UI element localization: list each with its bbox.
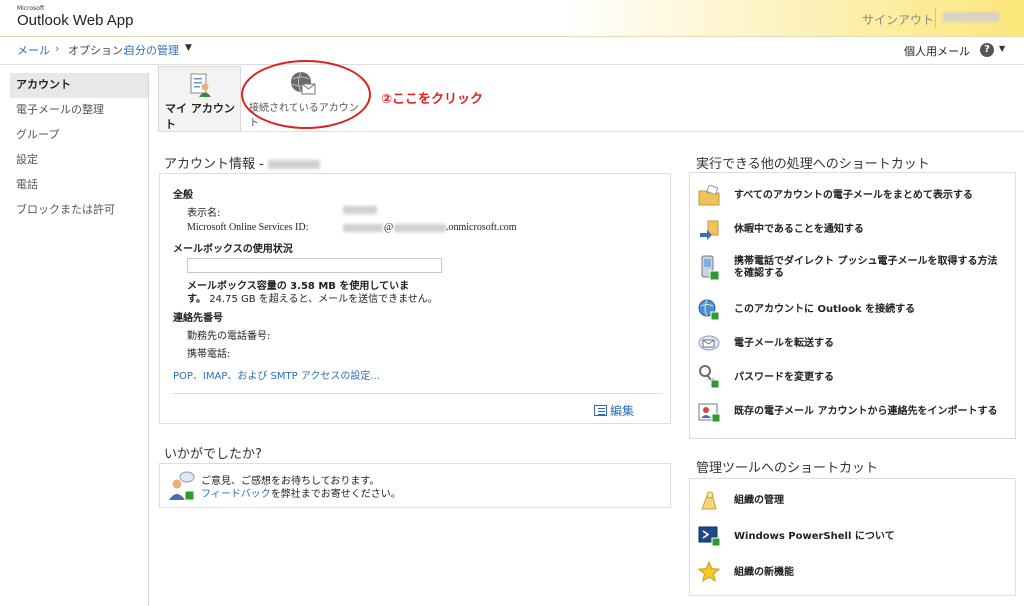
shortcut-item[interactable]: 電子メールを転送する [690, 331, 1015, 357]
globe-mail-icon [698, 299, 720, 321]
msos-id-user-redacted [343, 224, 383, 232]
feedback-title: いかがでしたか? [164, 447, 262, 462]
breadcrumb-options-label: オプション: [68, 44, 127, 57]
app-logo: Microsoft Outlook Web App [17, 6, 133, 30]
mailbox-quota-bar [187, 258, 442, 273]
brand-name: Outlook Web App [17, 12, 134, 29]
admin-shortcuts-title: 管理ツールへのショートカット [696, 461, 879, 476]
breadcrumb: メール › オプション: 自分の管理 ▼ [0, 37, 1024, 65]
tab-my-account[interactable]: マイ アカウント [158, 66, 241, 131]
sidebar-item-settings[interactable]: 設定 [10, 148, 148, 173]
shortcuts-title: 実行できる他の処理へのショートカット [696, 157, 930, 172]
breadcrumb-manage-dropdown[interactable]: 自分の管理 [124, 42, 179, 58]
account-info-panel: 全般 表示名: Microsoft Online Services ID: @ … [159, 173, 671, 424]
contact-heading: 連絡先番号 [173, 313, 223, 324]
work-phone-label: 勤務先の電話番号: [187, 331, 271, 342]
account-name-redacted [267, 160, 320, 169]
breadcrumb-separator: › [55, 42, 60, 55]
sidebar-item-phone[interactable]: 電話 [10, 173, 148, 198]
help-icon[interactable]: ? [980, 43, 994, 57]
shortcut-item[interactable]: パスワードを変更する [690, 365, 1015, 391]
mobile-phone-icon [701, 255, 720, 281]
shortcut-item[interactable]: 携帯電話でダイレクト プッシュ電子メールを取得する方法を確認する [690, 253, 1015, 285]
divider [173, 393, 662, 394]
star-icon [698, 561, 720, 583]
user-name-redacted [943, 12, 999, 22]
user-properties-icon [190, 73, 211, 97]
sidebar-item-account[interactable]: アカウント [10, 73, 148, 98]
mailbox-heading: メールボックスの使用状況 [173, 244, 293, 255]
contact-card-icon [698, 403, 720, 423]
shortcut-item[interactable]: 既存の電子メール アカウントから連絡先をインポートする [690, 399, 1015, 427]
msos-id-label: Microsoft Online Services ID: [187, 222, 309, 233]
annotation-circle [241, 60, 371, 129]
pop-imap-smtp-link[interactable]: POP、IMAP、および SMTP アクセスの設定... [173, 367, 380, 382]
shortcut-item[interactable]: このアカウントに Outlook を接続する [690, 297, 1015, 323]
powershell-icon [698, 526, 720, 547]
edit-icon [594, 405, 607, 416]
edit-button[interactable]: 編集 [594, 402, 634, 419]
personal-mail-label[interactable]: 個人用メール [904, 43, 970, 59]
help-chevron-down-icon[interactable]: ▼ [999, 44, 1005, 53]
forward-mail-icon [698, 335, 720, 351]
sidebar-item-block-allow[interactable]: ブロックまたは許可 [10, 198, 148, 223]
sidebar-item-groups[interactable]: グループ [10, 123, 148, 148]
arrow-note-icon [700, 220, 719, 240]
shortcut-item[interactable]: すべてのアカウントの電子メールをまとめて表示する [690, 183, 1015, 209]
annotation-text: ②ここをクリック [381, 92, 484, 107]
admin-shortcut-item[interactable]: Windows PowerShell について [690, 523, 1015, 551]
mobile-phone-label: 携帯電話: [187, 349, 231, 360]
msos-id-tenant-redacted [394, 224, 446, 232]
shortcuts-panel: すべてのアカウントの電子メールをまとめて表示する 休暇中であることを通知する 携… [689, 172, 1016, 439]
org-manage-icon [701, 491, 717, 510]
header-divider [935, 8, 936, 28]
top-bar: Microsoft Outlook Web App サインアウト [0, 0, 1024, 37]
admin-shortcut-item[interactable]: 組織の管理 [690, 487, 1015, 515]
feedback-panel: ご意見、ご感想をお待ちしております。 フィードバックを弊社までお寄せください。 [159, 463, 671, 508]
chevron-down-icon[interactable]: ▼ [185, 43, 192, 53]
sidebar-item-mail-organize[interactable]: 電子メールの整理 [10, 98, 148, 123]
feedback-person-icon [169, 471, 195, 501]
breadcrumb-mail-link[interactable]: メール [17, 42, 50, 58]
general-heading: 全般 [173, 190, 193, 201]
feedback-text-2: フィードバックを弊社までお寄せください。 [201, 489, 401, 500]
msos-id-domain: .onmicrosoft.com [446, 222, 517, 233]
mailbox-usage-line2: す。 24.75 GB を超えると、メールを送信できません。 [187, 294, 438, 305]
tab-my-account-label: マイ アカウント [165, 102, 235, 131]
feedback-link[interactable]: フィードバック [201, 489, 271, 500]
display-name-label: 表示名: [187, 208, 221, 219]
folder-envelope-icon [698, 185, 720, 206]
msos-id-at: @ [384, 222, 394, 233]
admin-shortcuts-panel: 組織の管理 Windows PowerShell について 組織の新機能 [689, 478, 1016, 596]
sidebar: アカウント 電子メールの整理 グループ 設定 電話 ブロックまたは許可 [10, 73, 149, 606]
admin-shortcut-item[interactable]: 組織の新機能 [690, 559, 1015, 587]
keys-icon [699, 365, 720, 389]
display-name-redacted [343, 206, 377, 214]
shortcut-item[interactable]: 休暇中であることを通知する [690, 217, 1015, 243]
account-info-title: アカウント情報 - [164, 153, 320, 172]
signout-link[interactable]: サインアウト [862, 11, 934, 28]
